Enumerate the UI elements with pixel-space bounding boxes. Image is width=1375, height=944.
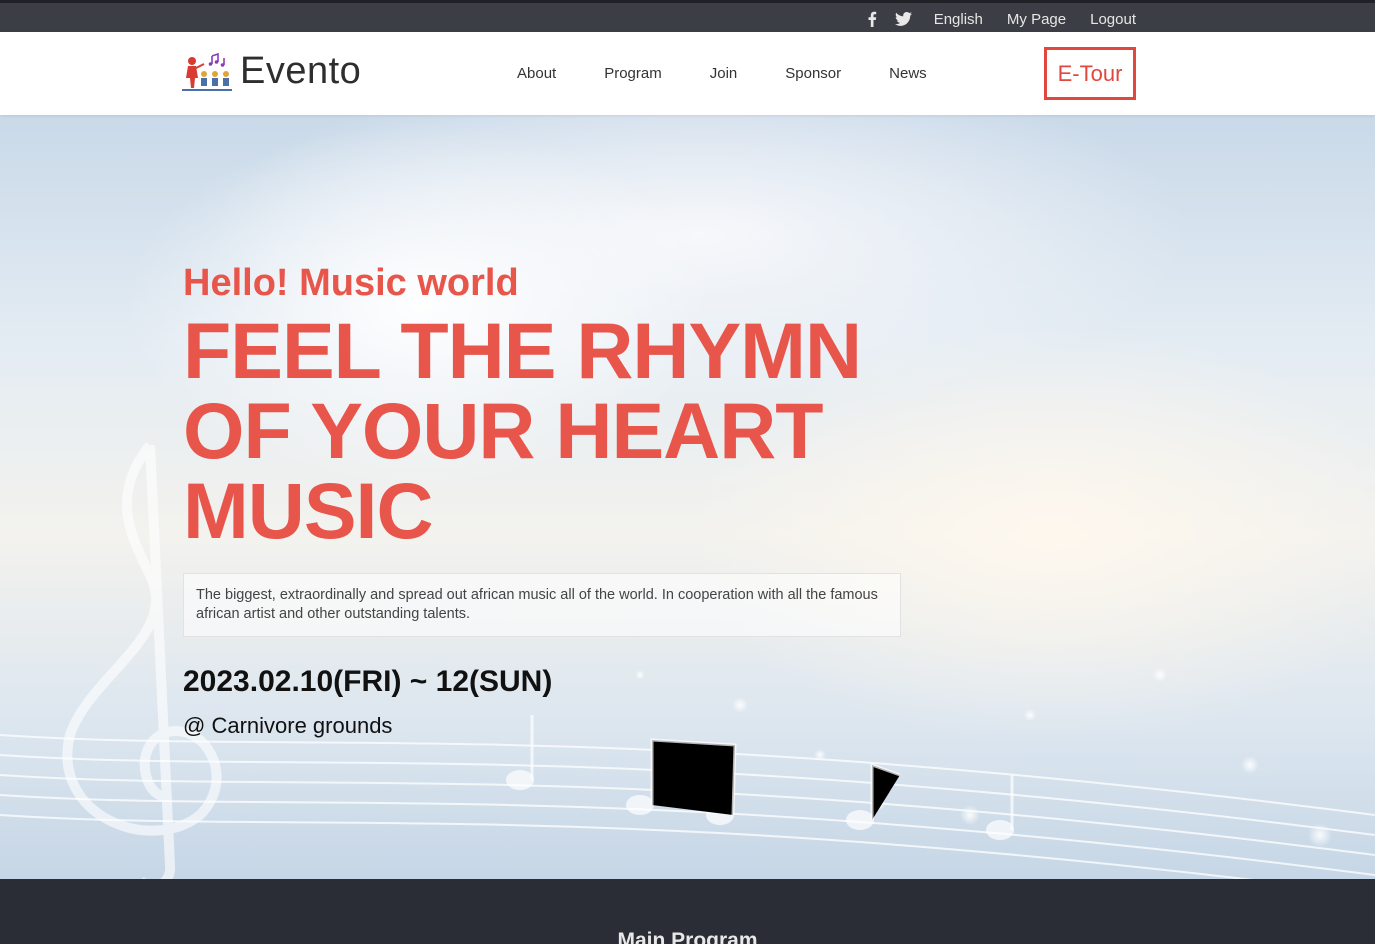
twitter-icon[interactable] <box>894 12 912 26</box>
language-link[interactable]: English <box>934 11 983 28</box>
hero-headline-line: MUSIC <box>183 466 434 555</box>
section-title: Main Program <box>617 929 758 944</box>
nav-item-news[interactable]: News <box>889 65 927 82</box>
hero-greeting: Hello! Music world <box>183 262 519 304</box>
hero-headline: FEEL THE RHYMN OF YOUR HEART MUSIC <box>183 311 903 551</box>
e-tour-button[interactable]: E-Tour <box>1044 47 1136 100</box>
my-page-link[interactable]: My Page <box>1007 11 1066 28</box>
nav-item-about[interactable]: About <box>517 65 556 82</box>
hero-banner: Hello! Music world FEEL THE RHYMN OF YOU… <box>0 115 1375 879</box>
main-nav: About Program Join Sponsor News <box>517 32 975 115</box>
site-header: Evento About Program Join Sponsor News E… <box>0 32 1375 115</box>
nav-item-sponsor[interactable]: Sponsor <box>785 65 841 82</box>
top-utility-bar: English My Page Logout <box>0 0 1375 32</box>
logo-text: Evento <box>240 50 362 92</box>
event-date: 2023.02.10(FRI) ~ 12(SUN) <box>183 665 553 698</box>
musicians-logo-icon <box>182 52 232 91</box>
hero-headline-line: FEEL THE RHYMN <box>183 306 862 395</box>
main-program-section: Main Program <box>0 879 1375 944</box>
nav-item-join[interactable]: Join <box>710 65 738 82</box>
event-venue: @ Carnivore grounds <box>183 713 393 738</box>
logout-link[interactable]: Logout <box>1090 11 1136 28</box>
facebook-icon[interactable] <box>867 11 877 27</box>
hero-headline-line: OF YOUR HEART <box>183 386 824 475</box>
hero-description: The biggest, extraordinally and spread o… <box>183 573 901 637</box>
site-logo[interactable]: Evento <box>182 50 361 93</box>
hero-content: Hello! Music world FEEL THE RHYMN OF YOU… <box>183 261 903 739</box>
nav-item-program[interactable]: Program <box>604 65 662 82</box>
